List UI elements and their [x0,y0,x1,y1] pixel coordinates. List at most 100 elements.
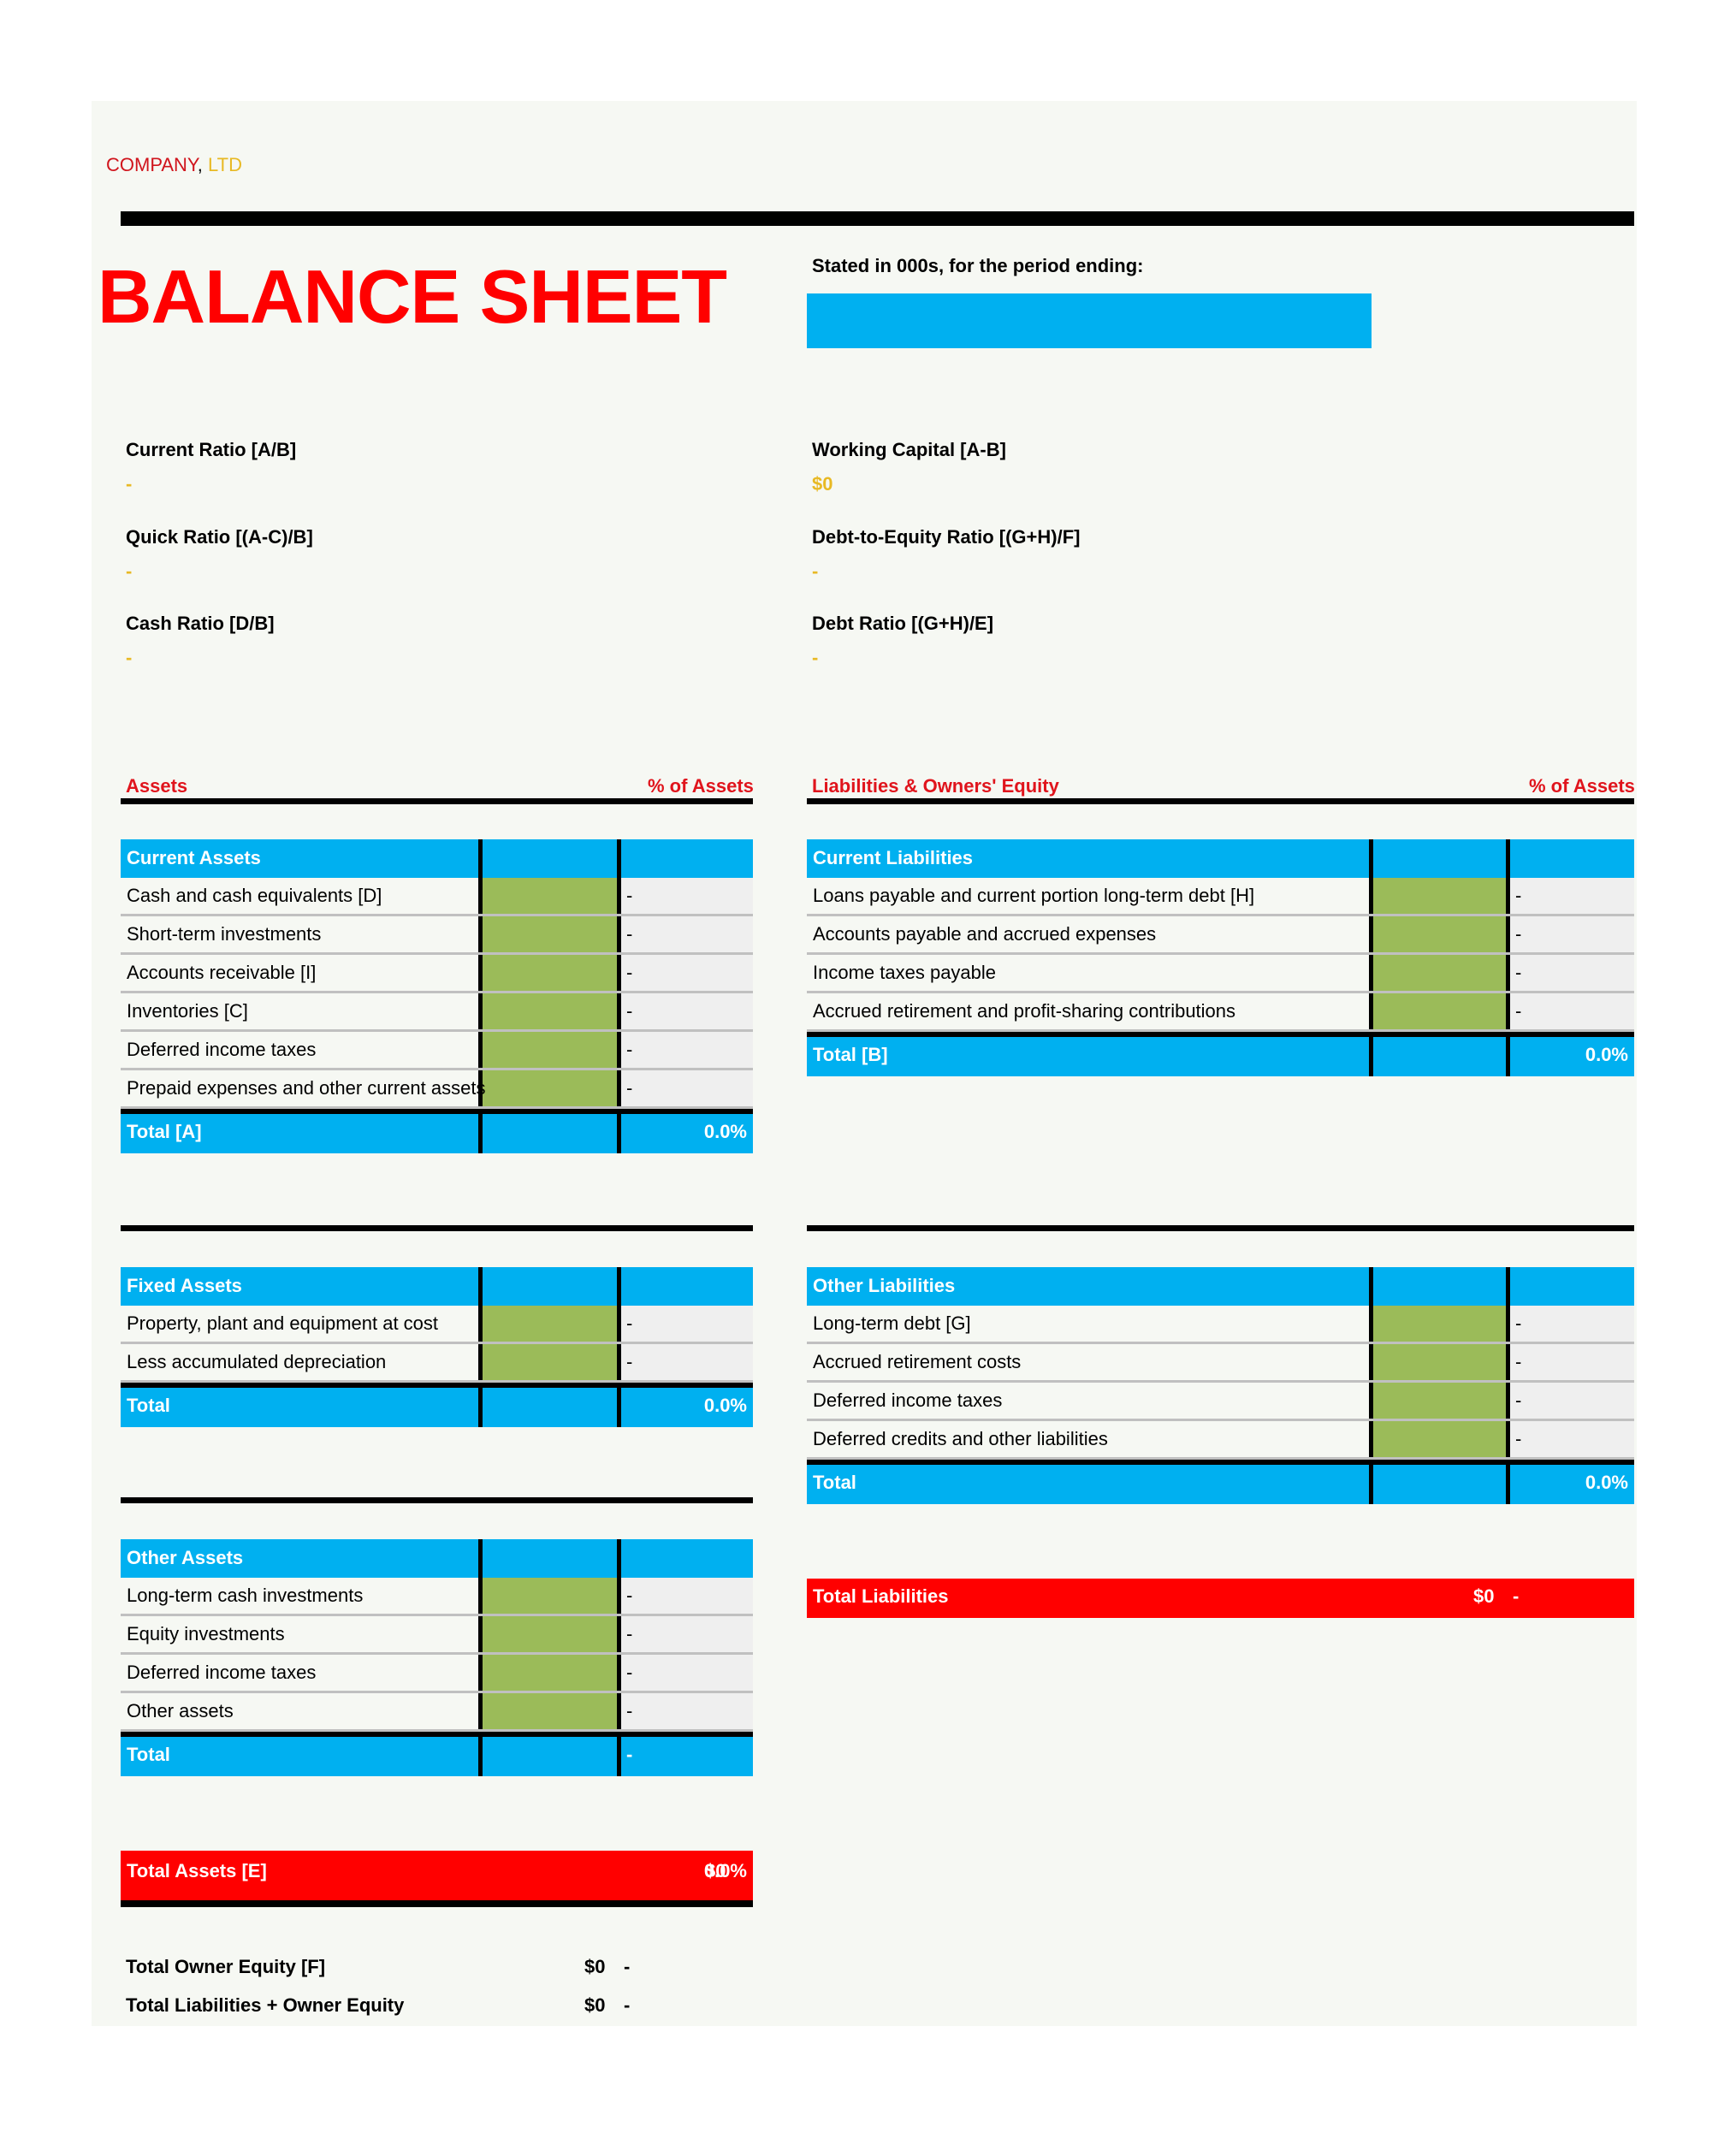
amount-input[interactable] [478,1306,621,1342]
other-assets-header: Other Assets [121,1539,753,1578]
cash-ratio-value: - [126,647,133,668]
total-liabilities-bar: Total Liabilities $0 - [807,1579,1634,1618]
assets-heading: Assets [126,775,188,797]
amount-input[interactable] [478,1693,621,1729]
percent-value: - [1515,962,1522,983]
table-row: - Accrued retirement and profit-sharing c… [807,993,1634,1032]
assets-pct-heading: % of Assets [648,775,754,797]
row-label: Equity investments [127,1623,285,1644]
row-label: Deferred income taxes [127,1662,317,1683]
debt-to-equity-value: - [812,560,819,582]
percent-value: - [1515,1428,1522,1449]
amount-input[interactable] [1369,955,1510,991]
fixed-assets-total-row: Total 0.0% [121,1383,753,1427]
row-label: Accounts payable and accrued expenses [813,923,1157,945]
column-separator [478,1732,483,1776]
total-label: Total [A] [127,1121,202,1142]
other-liabilities-header: Other Liabilities [807,1267,1634,1306]
current-assets-title: Current Assets [127,847,261,868]
amount-input[interactable] [478,916,621,952]
amount-input[interactable] [1369,993,1510,1029]
table-row: - Accounts payable and accrued expenses [807,916,1634,955]
row-label: Accrued retirement and profit-sharing co… [813,1000,1236,1022]
row-label: Cash and cash equivalents [D] [127,885,382,906]
percent-value: - [626,1312,633,1334]
percent-cell: - [621,1032,753,1068]
page-title: BALANCE SHEET [98,254,727,339]
percent-value: - [626,1585,633,1606]
row-label: Property, plant and equipment at cost [127,1312,439,1334]
current-assets-header: Current Assets [121,839,753,878]
row-label: Accrued retirement costs [813,1351,1022,1372]
row-label: Prepaid expenses and other current asset… [127,1077,486,1099]
total-liabilities-equity-pct: - [624,1994,631,2016]
other-liabilities-table: Other Liabilities - Long-term debt [G] - Acc… [807,1267,1634,1504]
debt-ratio-value: - [812,647,819,668]
total-label: Total [813,1472,856,1493]
current-liabilities-table: Current Liabilities - Loans payable and cu… [807,839,1634,1076]
other-assets-table: Other Assets - Long-term cash investments -… [121,1539,753,1776]
company-suffix: LTD [208,154,242,175]
percent-value: - [1515,1000,1522,1022]
column-separator [617,839,621,878]
table-row: - Prepaid expenses and other current asse… [121,1070,753,1109]
percent-value: - [1515,1389,1522,1411]
row-label: Less accumulated depreciation [127,1351,387,1372]
liabilities-divider [807,798,1634,804]
percent-cell: - [621,1344,753,1380]
liabilities-pct-heading: % of Assets [1529,775,1635,797]
company-name-text: COMPANY [106,154,198,175]
amount-input[interactable] [478,1655,621,1691]
percent-cell: - [621,993,753,1029]
row-label: Other assets [127,1700,234,1721]
percent-cell: - [1510,1344,1634,1380]
current-liabilities-total-row: Total [B] 0.0% [807,1032,1634,1076]
total-percent: 0.0% [703,1395,747,1416]
fixed-assets-title: Fixed Assets [127,1275,242,1296]
amount-input[interactable] [478,955,621,991]
percent-cell: - [621,1306,753,1342]
table-row: - Loans payable and current portion long-… [807,878,1634,916]
total-label: Total [127,1744,170,1765]
amount-input[interactable] [478,1616,621,1652]
amount-input[interactable] [478,1070,621,1106]
working-capital-value: $0 [812,473,833,495]
table-row: - Deferred income taxes [121,1032,753,1070]
quick-ratio-label: Quick Ratio [(A-C)/B] [126,526,313,548]
row-label: Long-term cash investments [127,1585,364,1606]
amount-input[interactable] [478,1344,621,1380]
total-owner-equity-value: $0 [584,1956,606,1977]
cash-ratio-label: Cash Ratio [D/B] [126,613,275,634]
table-row: - Deferred income taxes [121,1655,753,1693]
percent-cell: - [1510,955,1634,991]
other-liabilities-divider [807,1225,1634,1231]
total-label: Total [127,1395,170,1416]
amount-input[interactable] [1369,916,1510,952]
table-row: - Property, plant and equipment at cost [121,1306,753,1344]
amount-input[interactable] [478,1032,621,1068]
current-assets-table: Current Assets - Cash and cash equivalents… [121,839,753,1153]
column-separator [478,1539,483,1578]
total-label: Total [B] [813,1044,888,1065]
row-label: Accounts receivable [I] [127,962,317,983]
amount-input[interactable] [478,878,621,914]
amount-input[interactable] [478,993,621,1029]
period-ending-input[interactable] [807,293,1372,348]
row-label: Inventories [C] [127,1000,248,1022]
amount-input[interactable] [1369,1421,1510,1457]
amount-input[interactable] [1369,878,1510,914]
amount-input[interactable] [478,1578,621,1614]
company-name: COMPANY, LTD [106,154,242,176]
total-percent: 0.0% [1585,1044,1628,1065]
amount-input[interactable] [1369,1344,1510,1380]
percent-value: - [626,923,633,945]
current-ratio-value: - [126,473,133,495]
table-row: - Cash and cash equivalents [D] [121,878,753,916]
amount-input[interactable] [1369,1383,1510,1419]
column-separator [617,1539,621,1578]
percent-value: - [1515,885,1522,906]
amount-input[interactable] [1369,1306,1510,1342]
table-row: - Long-term debt [G] [807,1306,1634,1344]
working-capital-label: Working Capital [A-B] [812,439,1006,460]
fixed-assets-header: Fixed Assets [121,1267,753,1306]
